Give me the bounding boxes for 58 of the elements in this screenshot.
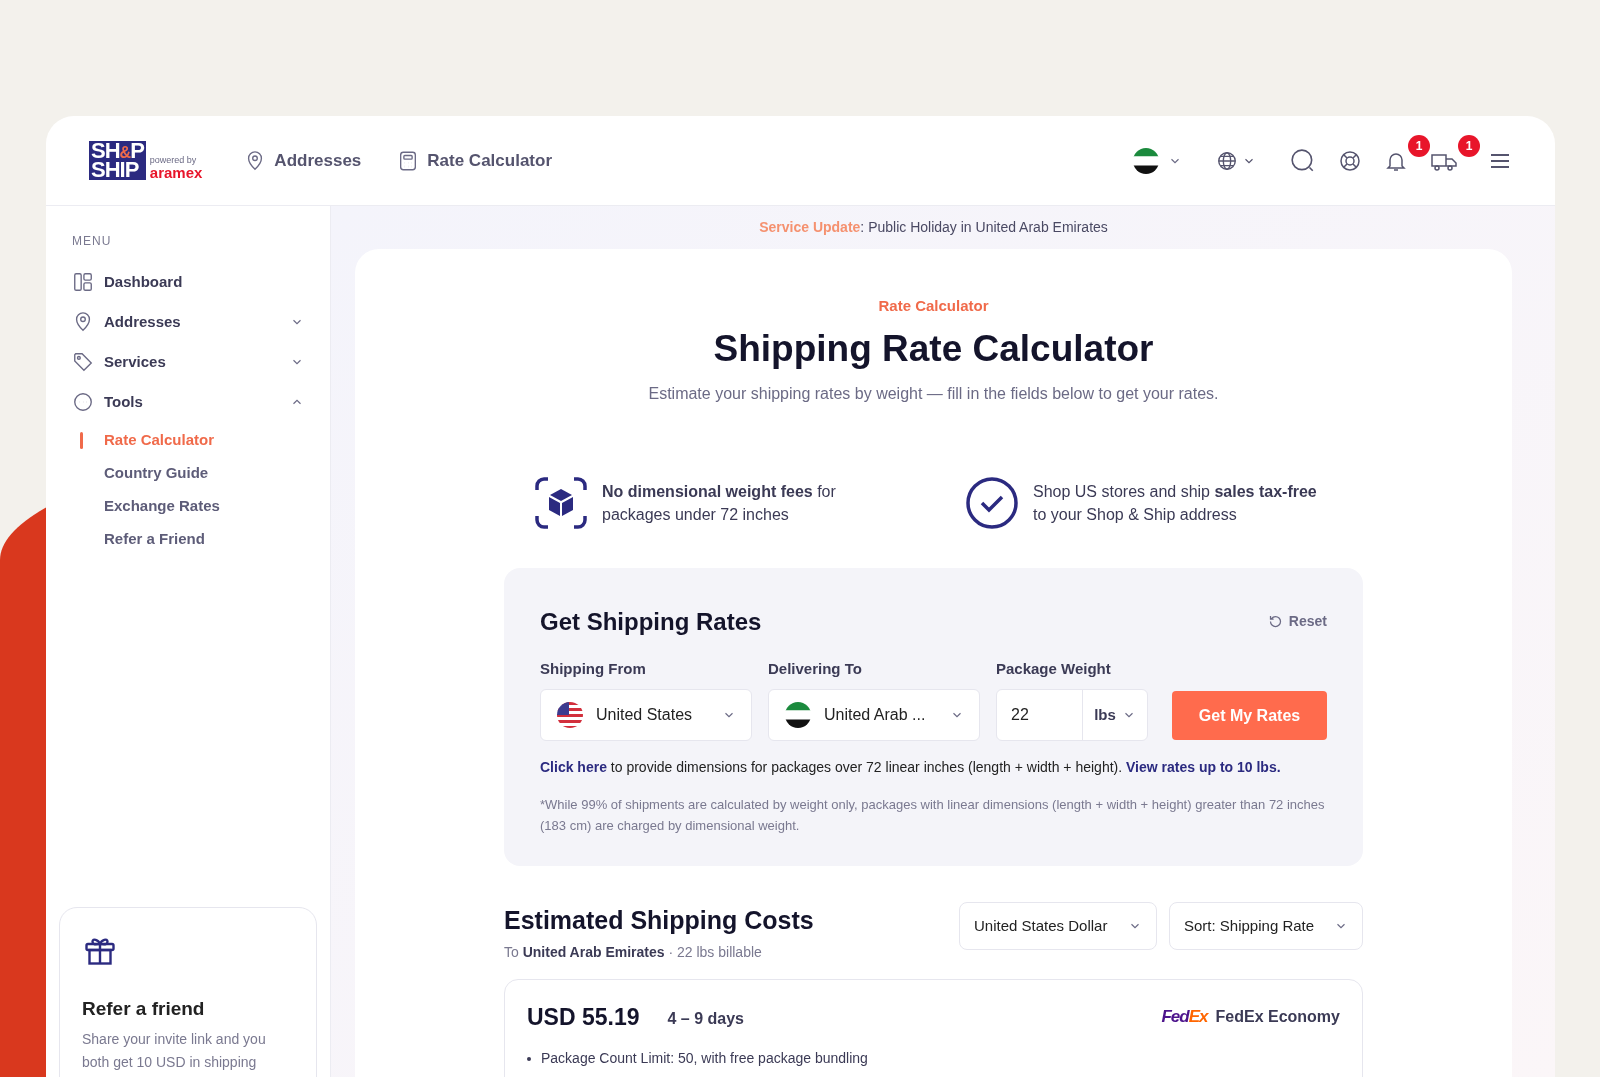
rates-link[interactable]: View rates up to 10 lbs. bbox=[1126, 759, 1281, 776]
uae-flag-icon bbox=[784, 701, 812, 730]
refer-description: Share your invite link and you both get 10 USD in shipping bbox=[82, 1029, 267, 1072]
page-title: Shipping Rate Calculator bbox=[713, 326, 1154, 371]
language-selector[interactable] bbox=[1216, 149, 1256, 172]
shipment-count: 1 bbox=[1458, 134, 1480, 157]
bullet-icon bbox=[527, 1056, 531, 1061]
help-text: to provide dimensions for packages over 72 linear inches (length + width + height). bbox=[609, 759, 1124, 776]
sidebar-item[interactable]: Addresses bbox=[59, 302, 317, 342]
notification-count: 1 bbox=[1408, 134, 1430, 157]
nav-link[interactable]: Addresses bbox=[244, 147, 362, 174]
dimensions-link[interactable]: Click here bbox=[540, 759, 607, 776]
unit-select[interactable]: lbs bbox=[1083, 690, 1147, 741]
sidebar-item[interactable]: Tools bbox=[59, 382, 317, 422]
page-subtitle: Estimate your shipping rates by weight — fill in the fields below to get your rates. bbox=[648, 383, 1219, 404]
country-select[interactable]: United States bbox=[540, 689, 752, 742]
sidebar-item[interactable]: Dashboard bbox=[59, 262, 317, 302]
submenu-item[interactable]: Refer a Friend bbox=[59, 523, 317, 556]
tag-icon bbox=[72, 351, 94, 373]
weight-field[interactable]: 22 lbs bbox=[996, 689, 1148, 742]
globe-icon bbox=[1216, 149, 1238, 172]
rate-note: Package Count Limit: 50, with free package bundling bbox=[541, 1049, 868, 1069]
checkmark-icon bbox=[965, 475, 1019, 530]
reset-button[interactable]: Reset bbox=[1267, 611, 1327, 633]
region-selector[interactable] bbox=[1132, 146, 1182, 175]
uae-flag-icon bbox=[1132, 146, 1160, 175]
reset-icon bbox=[1267, 614, 1283, 630]
form-title: Get Shipping Rates bbox=[540, 606, 762, 637]
country-select[interactable]: United Arab ... bbox=[768, 689, 980, 742]
rate-price: USD 55.19 bbox=[527, 1002, 640, 1032]
sort-select[interactable]: Sort: Shipping Rate bbox=[1169, 902, 1363, 951]
submenu-item[interactable]: Country Guide bbox=[59, 457, 317, 490]
submenu-item[interactable]: Exchange Rates bbox=[59, 490, 317, 523]
search-icon[interactable] bbox=[1290, 147, 1316, 174]
weight-input[interactable]: 22 bbox=[997, 690, 1083, 741]
us-flag-icon bbox=[556, 701, 584, 730]
currency-select[interactable]: United States Dollar bbox=[959, 902, 1157, 951]
carrier-logo: FedEx bbox=[1161, 1006, 1208, 1029]
field-label: Delivering To bbox=[768, 658, 863, 679]
refer-title: Refer a friend bbox=[82, 997, 206, 1021]
field-label: Shipping From bbox=[540, 658, 647, 679]
results-summary: To United Arab Emirates · 22 lbs billable bbox=[504, 942, 763, 962]
feature-text: No dimensional weight fees for packages under 72 inches bbox=[602, 481, 837, 525]
sidebar-item[interactable]: Services bbox=[59, 342, 317, 382]
results-title: Estimated Shipping Costs bbox=[504, 905, 814, 937]
service-update[interactable]: Service Update: Public Holiday in United Arab Emirates bbox=[355, 206, 1512, 249]
menu-heading: MENU bbox=[71, 233, 113, 250]
feature-text: Shop US stores and ship sales tax-free to your Shop & Ship address bbox=[1033, 481, 1318, 525]
package-icon bbox=[534, 475, 588, 530]
more-icon bbox=[72, 391, 94, 413]
footnote-text: *While 99% of shipments are calculated by weight only, packages with linear dimensions (length + width + height) greater than 72 inches (183 cm) are charged by dimensional weight. bbox=[540, 796, 1326, 836]
dashboard-icon bbox=[72, 271, 94, 293]
help-icon[interactable] bbox=[1338, 148, 1362, 173]
carrier-service: FedEx Economy bbox=[1215, 1007, 1340, 1027]
page-eyebrow: Rate Calculator bbox=[878, 296, 989, 316]
transit-time: 4 – 9 days bbox=[667, 1009, 744, 1029]
nav-link[interactable]: Rate Calculator bbox=[397, 147, 552, 174]
field-label: Package Weight bbox=[996, 658, 1112, 679]
